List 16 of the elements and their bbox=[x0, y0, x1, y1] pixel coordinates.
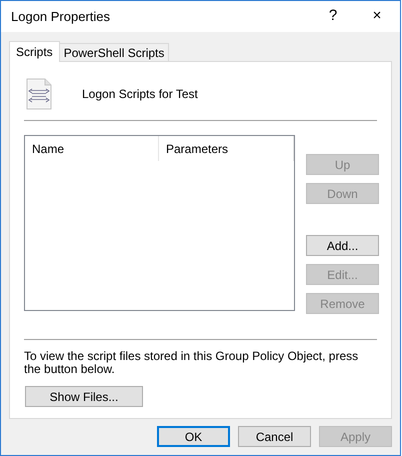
scripts-list[interactable]: Name Parameters bbox=[24, 135, 295, 311]
dialog-button[interactable]: OK bbox=[157, 426, 230, 447]
help-button[interactable]: ? bbox=[312, 2, 354, 32]
script-file-icon bbox=[26, 78, 52, 110]
tab[interactable]: Scripts bbox=[9, 41, 60, 62]
info-text: the button below. bbox=[24, 363, 115, 376]
show-files-button[interactable]: Show Files... bbox=[25, 386, 143, 407]
window-title: Logon Properties bbox=[11, 8, 112, 26]
dialog-button[interactable]: Cancel bbox=[238, 426, 311, 447]
tab[interactable]: PowerShell Scripts bbox=[60, 43, 170, 61]
info-text: To view the script files stored in this Group Policy Object, press bbox=[24, 350, 360, 363]
column-header[interactable]: Parameters bbox=[159, 136, 294, 161]
gpo-title: Logon Scripts for Test bbox=[82, 86, 198, 103]
column-header[interactable]: Name bbox=[25, 136, 159, 161]
side-button[interactable]: Add... bbox=[306, 235, 379, 256]
close-button[interactable]: × bbox=[356, 2, 398, 32]
